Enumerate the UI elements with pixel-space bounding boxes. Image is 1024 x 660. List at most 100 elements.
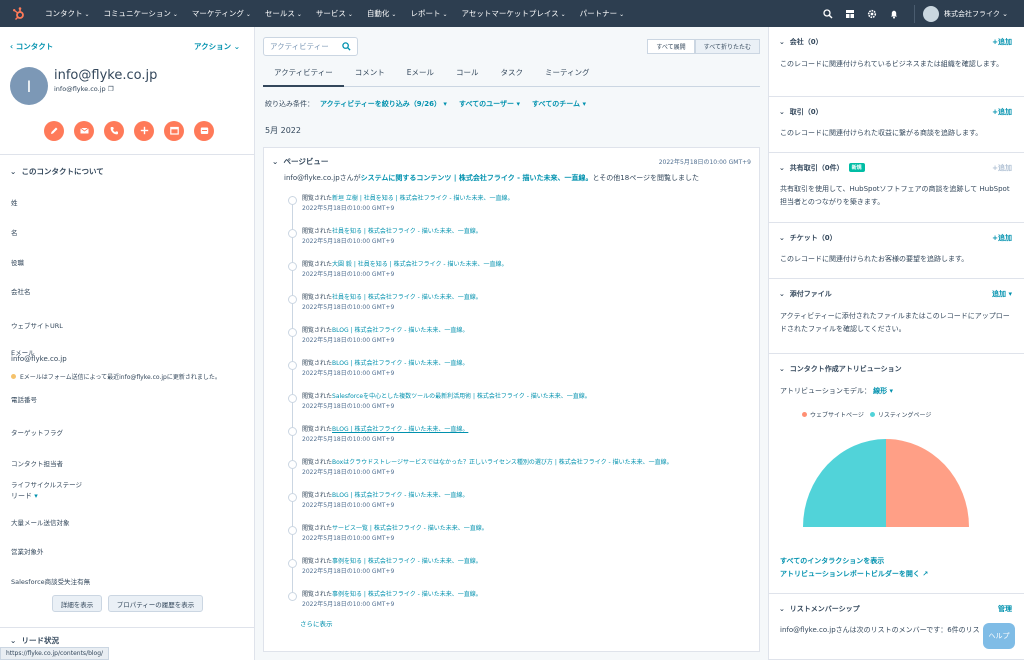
- view-all-interactions-link[interactable]: すべてのインタラクションを表示: [780, 556, 884, 566]
- nav-item-automation[interactable]: 自動化 ⌄: [360, 8, 404, 19]
- attachments-header[interactable]: ⌄ 添付ファイル: [779, 289, 832, 299]
- lifecycle-stage-select[interactable]: リード ▾: [11, 491, 38, 501]
- tab-activity[interactable]: アクティビティー: [263, 63, 344, 87]
- tab-comments[interactable]: コメント: [344, 63, 396, 86]
- back-to-contacts-link[interactable]: ‹ コンタクト: [10, 41, 53, 52]
- collapse-all-button[interactable]: すべて折りたたむ: [694, 39, 760, 54]
- add-task-button[interactable]: [134, 121, 154, 141]
- pie-slice-website[interactable]: [886, 439, 969, 527]
- deals-card: ⌄ 取引（0） +追加 このレコードに関連付けられた収益に繋がる商談を追跡します…: [768, 97, 1024, 153]
- attribution-title: コンタクト作成アトリビューション: [789, 365, 902, 373]
- page-link[interactable]: 社員を知る | 株式会社フライク - 描いた未来、一直線。: [332, 228, 482, 235]
- meeting-button[interactable]: [164, 121, 184, 141]
- prop-email-value[interactable]: info@flyke.co.jp: [11, 355, 67, 363]
- page-link[interactable]: 社員を知る | 株式会社フライク - 描いた未来、一直線。: [332, 294, 482, 301]
- deals-header[interactable]: ⌄ 取引（0）: [779, 107, 823, 117]
- shared-deals-header[interactable]: ⌄ 共有取引（0件） 新規: [779, 163, 865, 173]
- attribution-model-select[interactable]: 線形 ▾: [873, 387, 893, 395]
- tickets-title: チケット（0）: [789, 234, 837, 242]
- nav-item-conversations[interactable]: コミュニケーション ⌄: [97, 8, 185, 19]
- show-more-link[interactable]: さらに表示: [300, 618, 333, 628]
- expand-all-button[interactable]: すべて展開: [647, 39, 695, 54]
- email-button[interactable]: [74, 121, 94, 141]
- page-link[interactable]: Salesforceを中心とした複数ツールの最新利活用術 | 株式会社フライク …: [332, 393, 591, 400]
- prop-target-flag[interactable]: ターゲットフラグ: [11, 427, 63, 437]
- page-link[interactable]: BLOG | 株式会社フライク - 描いた未来、一直線。: [332, 360, 468, 367]
- activity-search-input[interactable]: アクティビティー: [263, 37, 358, 56]
- contact-avatar: I: [10, 67, 48, 105]
- user-avatar[interactable]: [923, 5, 940, 22]
- attribution-report-builder-link[interactable]: アトリビューションレポートビルダーを開く ↗: [780, 569, 928, 579]
- note-button[interactable]: [44, 121, 64, 141]
- settings-gear-icon[interactable]: [862, 0, 882, 27]
- search-icon[interactable]: [818, 0, 838, 27]
- actions-dropdown[interactable]: アクション ⌄: [194, 41, 240, 52]
- lifecycle-value: リード: [11, 492, 32, 500]
- nav-item-marketplace[interactable]: アセットマーケットプレイス ⌄: [454, 8, 572, 19]
- page-link[interactable]: 新垣 立樹 | 社員を知る | 株式会社フライク - 描いた未来、一直線。: [332, 195, 513, 202]
- page-link[interactable]: BLOG | 株式会社フライク - 描いた未来、一直線。: [332, 492, 468, 499]
- add-shared-deal-button[interactable]: +追加: [992, 163, 1012, 173]
- attribution-header[interactable]: ⌄ コンタクト作成アトリビューション: [779, 364, 902, 374]
- schedule-button[interactable]: [194, 121, 214, 141]
- contact-name[interactable]: info@flyke.co.jp: [54, 68, 157, 83]
- prop-job-title[interactable]: 役職: [11, 257, 24, 267]
- add-attachment-dropdown[interactable]: 追加 ▾: [992, 289, 1012, 299]
- prop-sales-excluded[interactable]: 営業対象外: [11, 546, 44, 556]
- prop-salesforce[interactable]: Salesforce商談受失注有無: [11, 576, 90, 586]
- company-header[interactable]: ⌄ 会社（0）: [779, 37, 823, 47]
- about-section-header[interactable]: ⌄ このコンタクトについて: [10, 166, 104, 177]
- page-link[interactable]: 大圓 毅 | 社員を知る | 株式会社フライク - 描いた未来、一直線。: [332, 261, 507, 268]
- prop-bulk-email[interactable]: 大量メール送信対象: [11, 517, 70, 527]
- add-ticket-button[interactable]: +追加: [992, 233, 1012, 243]
- summary-link[interactable]: システムに関するコンテンツ | 株式会社フライク - 描いた未来、一直線。: [361, 174, 593, 182]
- contact-action-buttons: [44, 121, 224, 141]
- prop-last-name[interactable]: 姓: [11, 197, 18, 207]
- tab-email[interactable]: Eメール: [396, 63, 445, 86]
- page-link[interactable]: BLOG | 株式会社フライク - 描いた未来、一直線。: [332, 327, 468, 334]
- page-link[interactable]: 事例を知る | 株式会社フライク - 描いた未来、一直線。: [332, 591, 482, 598]
- page-link[interactable]: サービス一覧 | 株式会社フライク - 描いた未来、一直線。: [332, 525, 488, 532]
- tickets-header[interactable]: ⌄ チケット（0）: [779, 233, 837, 243]
- account-name: 株式会社フライク: [944, 9, 1000, 18]
- prop-phone[interactable]: 電話番号: [11, 394, 37, 404]
- nav-item-reports[interactable]: レポート ⌄: [403, 8, 454, 19]
- timeline-dot: [288, 460, 297, 469]
- manage-lists-button[interactable]: 管理: [998, 604, 1012, 614]
- add-company-button[interactable]: +追加: [992, 37, 1012, 47]
- nav-item-sales[interactable]: セールス ⌄: [258, 8, 309, 19]
- filter-teams-dropdown[interactable]: すべてのチーム ▾: [532, 99, 586, 109]
- prop-first-name[interactable]: 名: [11, 227, 18, 237]
- view-details-button[interactable]: 詳細を表示: [52, 595, 102, 612]
- call-button[interactable]: [104, 121, 124, 141]
- contact-email: info@flyke.co.jp ❐: [54, 85, 114, 93]
- hubspot-logo-icon[interactable]: [8, 3, 30, 25]
- page-link[interactable]: 事例を知る | 株式会社フライク - 描いた未来、一直線。: [332, 558, 482, 565]
- nav-item-partner[interactable]: パートナー ⌄: [573, 8, 632, 19]
- nav-item-service[interactable]: サービス ⌄: [309, 8, 360, 19]
- notification-bell-icon[interactable]: [884, 0, 904, 27]
- tab-calls[interactable]: コール: [445, 63, 490, 86]
- timeline-date: 2022年5月18日の10:00 GMT+9: [302, 601, 395, 608]
- filter-activity-dropdown[interactable]: アクティビティーを絞り込み（9/26） ▾: [320, 99, 447, 109]
- copy-icon[interactable]: ❐: [108, 85, 114, 93]
- marketplace-icon[interactable]: [840, 0, 860, 27]
- nav-item-contacts[interactable]: コンタクト ⌄: [38, 8, 97, 19]
- filter-users-dropdown[interactable]: すべてのユーザー ▾: [459, 99, 520, 109]
- prop-owner[interactable]: コンタクト担当者: [11, 458, 63, 468]
- property-history-button[interactable]: プロパティーの履歴を表示: [108, 595, 203, 612]
- page-link[interactable]: BLOG | 株式会社フライク - 描いた未来、一直線。: [332, 426, 468, 433]
- prop-company[interactable]: 会社名: [11, 286, 31, 296]
- prop-website[interactable]: ウェブサイトURL: [11, 320, 63, 330]
- pageview-card-header[interactable]: ⌄ ページビュー: [272, 156, 328, 167]
- nav-item-marketing[interactable]: マーケティング ⌄: [185, 8, 258, 19]
- add-deal-button[interactable]: +追加: [992, 107, 1012, 117]
- account-menu[interactable]: 株式会社フライク ⌄: [944, 9, 1008, 19]
- tab-tasks[interactable]: タスク: [489, 63, 534, 86]
- list-membership-header[interactable]: ⌄ リストメンバーシップ: [779, 604, 860, 614]
- lead-status-header[interactable]: ⌄ リード状況: [10, 635, 59, 646]
- page-link[interactable]: Boxはクラウドストレージサービスではなかった？正しいライセンス種別の選び方 |…: [332, 459, 673, 466]
- help-button[interactable]: ヘルプ: [983, 623, 1015, 649]
- tab-meetings[interactable]: ミーティング: [534, 63, 601, 86]
- pie-slice-listing[interactable]: [803, 439, 886, 527]
